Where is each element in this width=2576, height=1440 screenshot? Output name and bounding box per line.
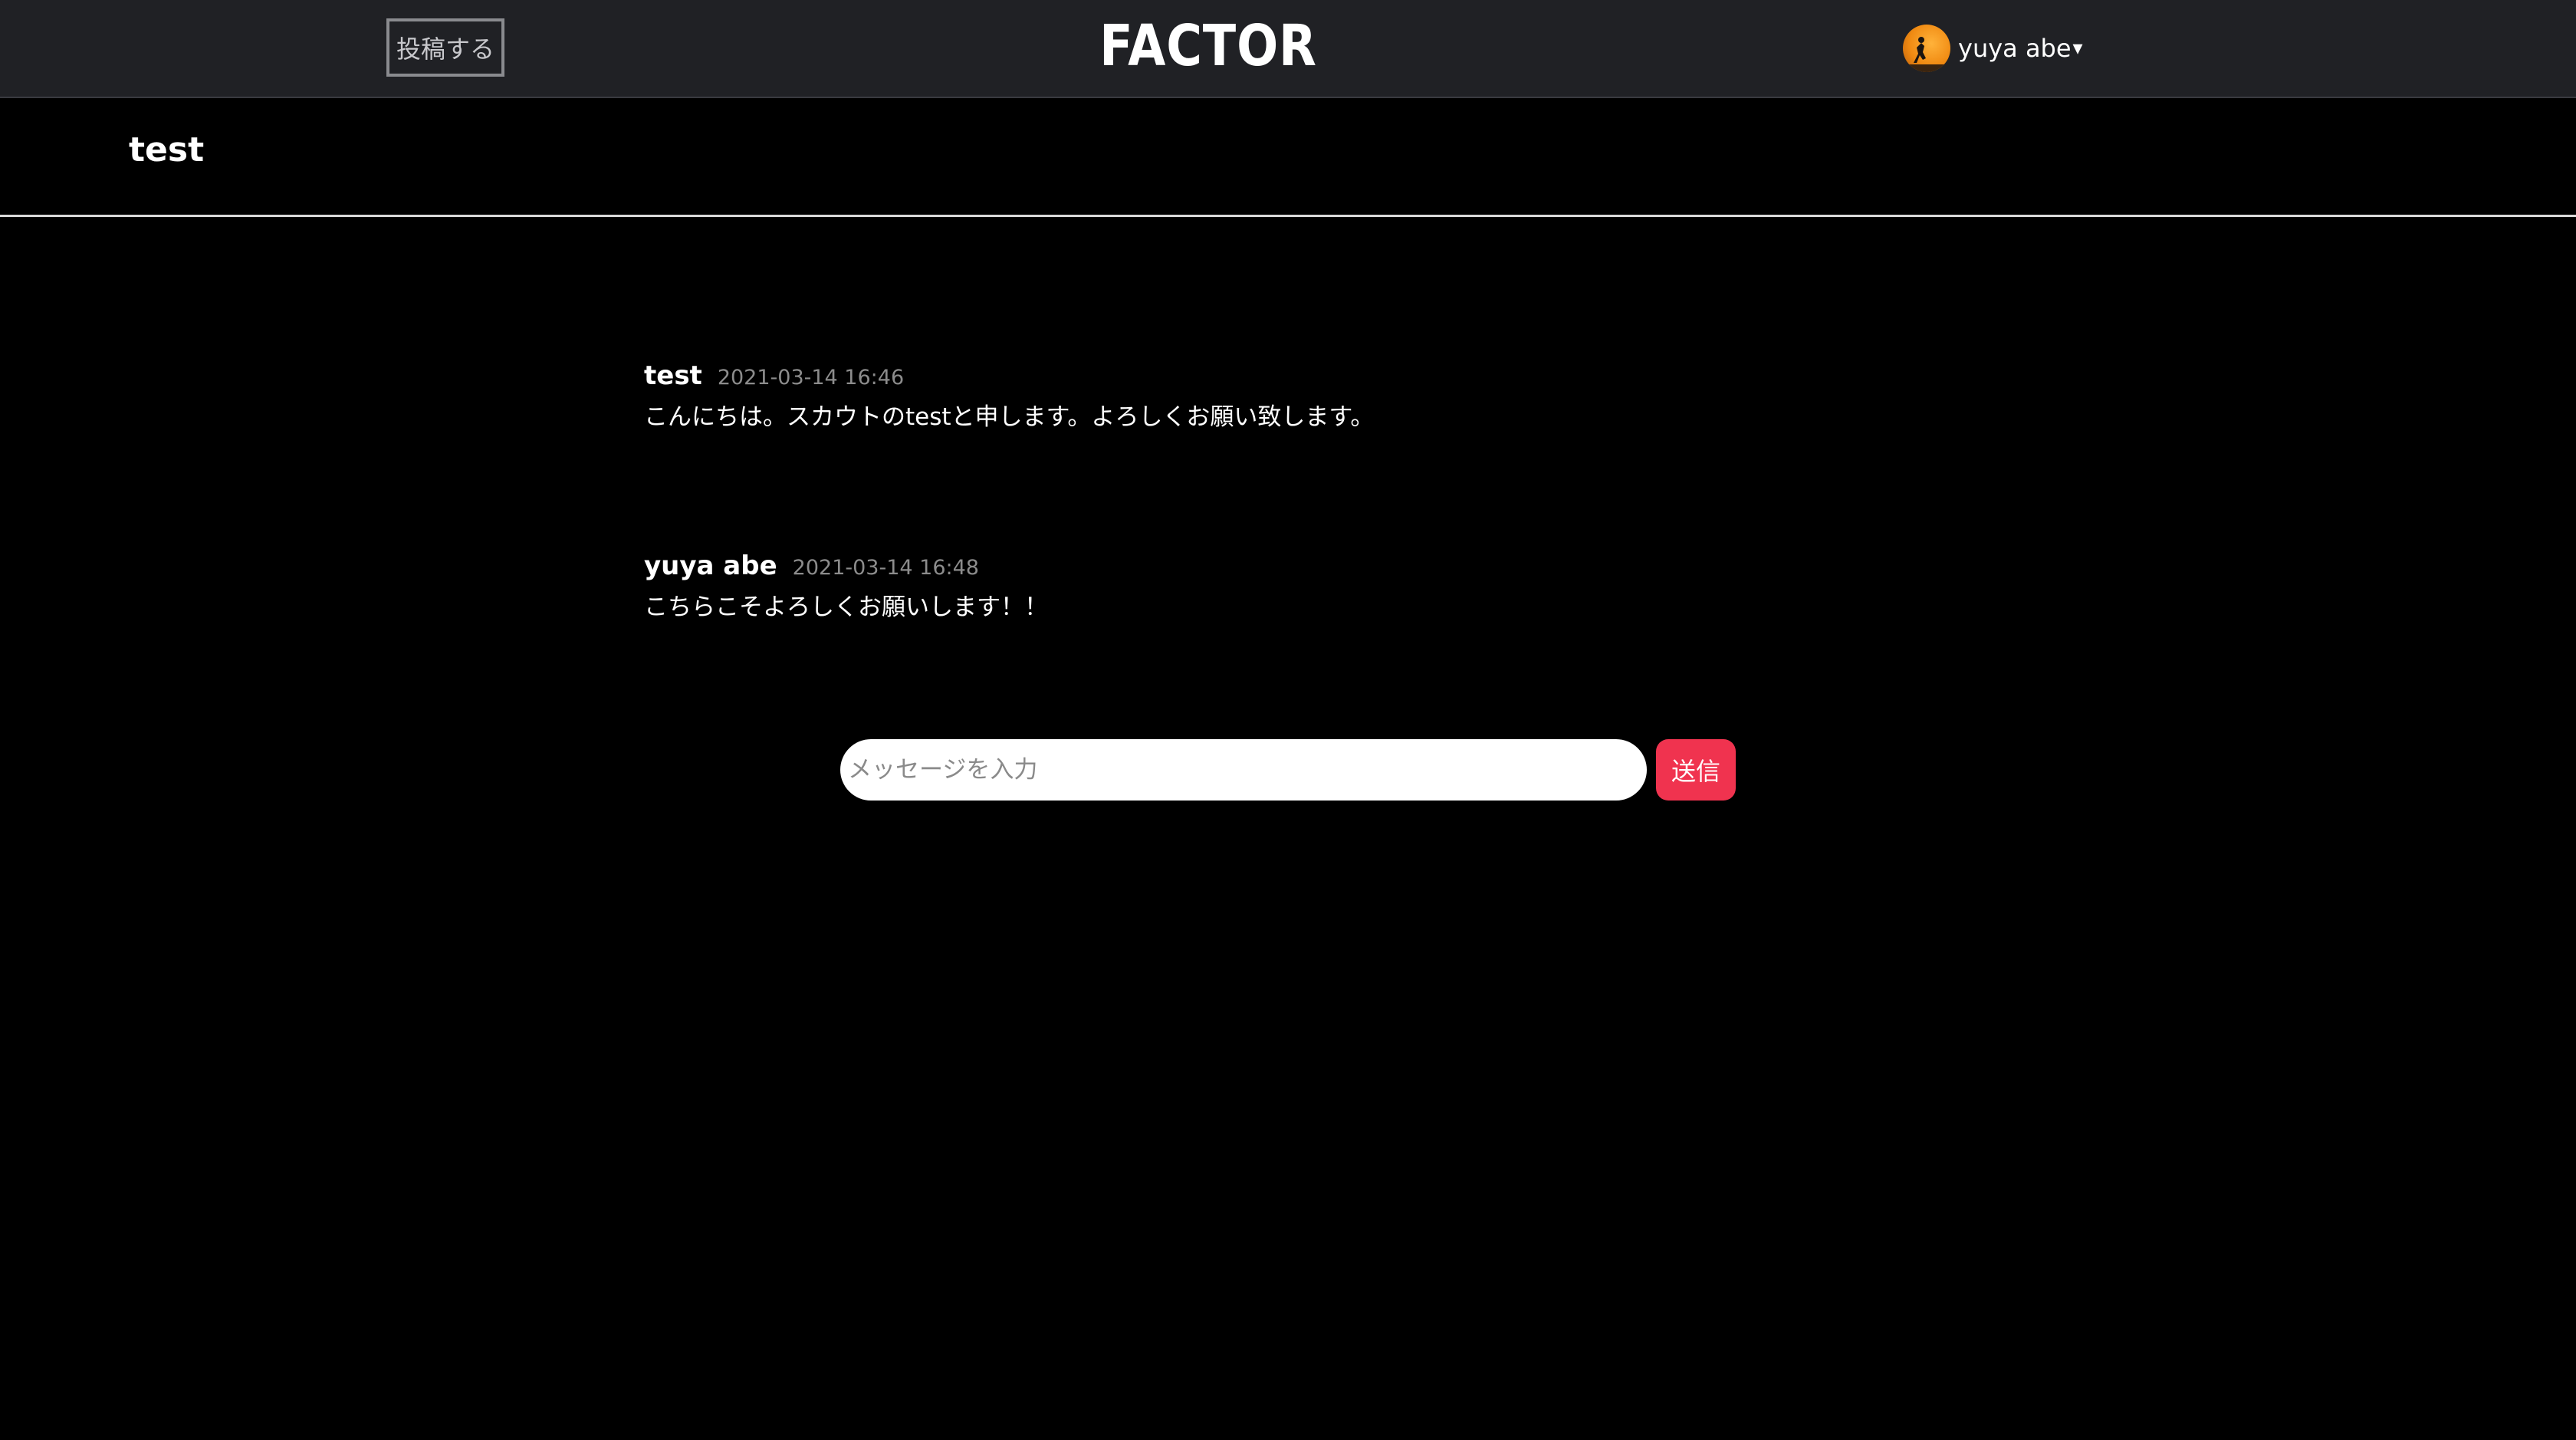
room-header: test bbox=[0, 98, 2576, 217]
chevron-down-icon[interactable]: ▾ bbox=[2073, 37, 2083, 60]
message-body: こんにちは。スカウトのtestと申します。よろしくお願い致します。 bbox=[644, 403, 1375, 431]
message-item: test 2021-03-14 16:46 こんにちは。スカウトのtestと申し… bbox=[644, 360, 1374, 432]
message-timestamp: 2021-03-14 16:48 bbox=[792, 556, 979, 580]
user-avatar bbox=[1903, 25, 1950, 72]
message-author: yuya abe bbox=[644, 551, 777, 581]
user-name[interactable]: yuya abe bbox=[1958, 34, 2072, 63]
message-input[interactable] bbox=[840, 739, 1647, 801]
message-author: test bbox=[644, 360, 702, 391]
room-title: test bbox=[129, 130, 205, 169]
post-button[interactable]: 投稿する bbox=[386, 18, 504, 77]
user-menu[interactable]: yuya abe ▾ bbox=[1903, 25, 2083, 72]
top-navigation-bar: 投稿する FACTOR yuya abe ▾ bbox=[0, 0, 2576, 98]
message-composer: 送信 bbox=[840, 739, 1736, 801]
message-item: yuya abe 2021-03-14 16:48 こちらこそよろしくお願いしま… bbox=[644, 551, 1048, 622]
message-timestamp: 2021-03-14 16:46 bbox=[717, 366, 905, 390]
send-button[interactable]: 送信 bbox=[1656, 739, 1736, 801]
app-logo[interactable]: FACTOR bbox=[1099, 9, 1316, 83]
message-header: test 2021-03-14 16:46 bbox=[644, 360, 1374, 391]
person-silhouette-icon bbox=[1903, 37, 1950, 72]
message-body: こちらこそよろしくお願いします！！ bbox=[644, 593, 1048, 621]
message-header: yuya abe 2021-03-14 16:48 bbox=[644, 551, 1048, 581]
